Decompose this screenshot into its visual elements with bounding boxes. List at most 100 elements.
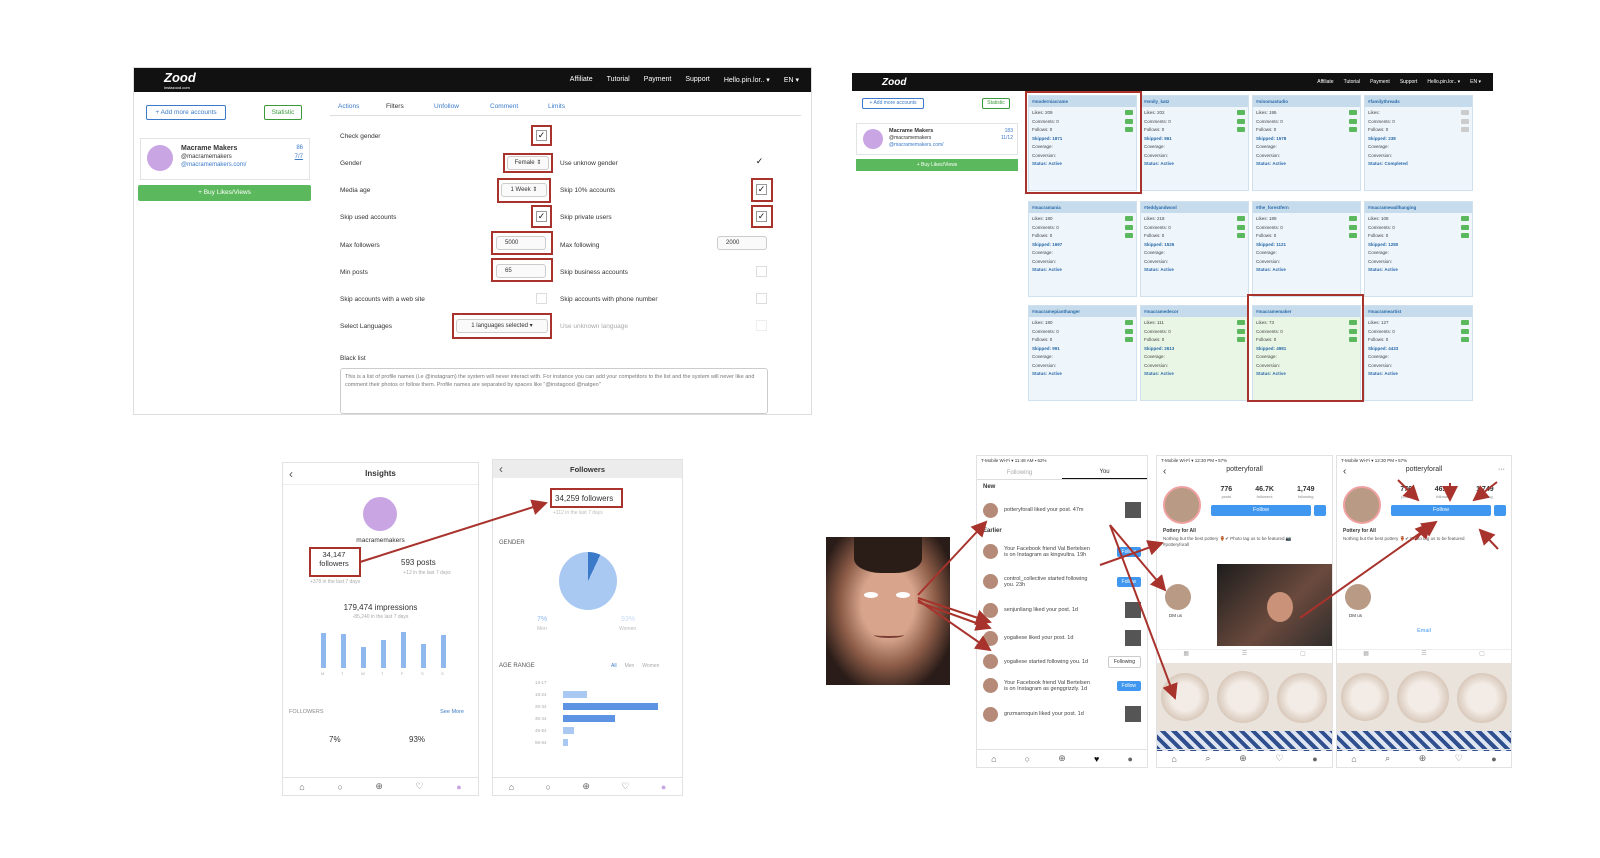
toggle-switch[interactable] (1237, 110, 1245, 115)
user-avatar[interactable] (983, 654, 998, 669)
nav-language[interactable]: EN ▾ (1470, 79, 1481, 85)
pottery-photo[interactable] (1341, 673, 1389, 721)
hashtag-tile[interactable]: #macramania Likes: 180 Comments: 0 Follows:… (1028, 201, 1137, 297)
tab-limits[interactable]: Limits (548, 103, 565, 110)
user-avatar[interactable] (983, 630, 998, 646)
suggested-dropdown-button[interactable] (1314, 505, 1326, 516)
hashtag-tile[interactable]: #ninomastudio Likes: 195 Comments: 0 Follow… (1252, 95, 1361, 191)
see-more-link[interactable]: See More (440, 709, 464, 715)
profile-tab-icon[interactable]: ● (1127, 754, 1132, 764)
tab-unfollow[interactable]: Unfollow (434, 103, 459, 110)
toggle-switch[interactable] (1349, 110, 1357, 115)
account-card[interactable]: Macrame Makers @macramemakers @macramema… (140, 138, 310, 180)
toggle-switch[interactable] (1237, 118, 1245, 124)
user-avatar[interactable] (983, 502, 998, 518)
activity-item[interactable]: control_collective started following you… (983, 574, 1141, 589)
search-icon[interactable]: ○ (1025, 754, 1030, 764)
tab-following[interactable]: Following (977, 470, 1062, 476)
back-chevron-icon[interactable]: ‹ (1343, 466, 1346, 477)
more-options-icon[interactable]: ··· (1498, 466, 1505, 473)
hashtag-tile[interactable]: #the_forestfern Likes: 189 Comments: 0 Foll… (1252, 201, 1361, 297)
profile-tab-icon[interactable]: ● (1491, 754, 1496, 764)
profile-tab-icon[interactable]: ● (661, 782, 666, 792)
user-avatar[interactable] (983, 706, 998, 722)
activity-item[interactable]: senjunliang liked your post. 1d (983, 602, 1141, 618)
toggle-switch[interactable] (1237, 320, 1245, 325)
search-icon[interactable]: ⌕ (1385, 753, 1390, 764)
toggle-switch[interactable] (1125, 320, 1133, 325)
hashtag-tile[interactable]: #familythreads Likes: Comments: 0 Follows: … (1364, 95, 1473, 191)
nav-affiliate[interactable]: Affiliate (1317, 79, 1333, 85)
toggle-switch[interactable] (1237, 216, 1245, 221)
post-thumbnail[interactable] (1125, 706, 1141, 722)
search-icon[interactable]: ⌕ (1205, 753, 1210, 764)
toggle-switch[interactable] (1125, 337, 1133, 342)
hashtag-tile[interactable]: #emily_katz Likes: 202 Comments: 0 Follows:… (1140, 95, 1249, 191)
add-post-icon[interactable]: ⊕ (582, 781, 590, 792)
pottery-photo[interactable] (1457, 673, 1507, 723)
activity-item[interactable]: yogaliese liked your post. 1d (983, 630, 1141, 646)
pottery-photo[interactable] (1397, 671, 1449, 723)
suggested-dropdown-button[interactable] (1494, 505, 1506, 516)
nav-payment[interactable]: Payment (1370, 79, 1390, 85)
back-chevron-icon[interactable]: ‹ (1163, 466, 1166, 477)
toggle-switch[interactable] (1125, 233, 1133, 238)
post-thumbnail[interactable] (1125, 502, 1141, 518)
toggle-switch[interactable] (1461, 328, 1469, 334)
skip-business-checkbox[interactable] (756, 266, 767, 277)
use-unknow-gender-checkbox[interactable]: ✓ (754, 157, 765, 168)
back-chevron-icon[interactable]: ‹ (289, 467, 293, 481)
account-url[interactable]: @macramemakers.com/ (181, 162, 246, 168)
activity-item[interactable]: yogaliese started following you. 1d Follo… (983, 654, 1141, 669)
toggle-switch[interactable] (1349, 224, 1357, 230)
nav-language[interactable]: EN ▾ (784, 76, 799, 84)
hashtag-tile[interactable]: #macramewallhanging Likes: 108 Comments: 0… (1364, 201, 1473, 297)
back-chevron-icon[interactable]: ‹ (499, 462, 503, 476)
add-accounts-button[interactable]: + Add more accounts (862, 98, 924, 109)
tab-filters[interactable]: Filters (386, 103, 404, 110)
tab-comment[interactable]: Comment (490, 103, 518, 110)
user-avatar[interactable] (983, 574, 998, 589)
toggle-switch[interactable] (1461, 216, 1469, 221)
toggle-switch[interactable] (1349, 216, 1357, 221)
nav-user-menu[interactable]: Hello.pin.lor.. ▾ (724, 76, 770, 84)
toggle-switch[interactable] (1125, 224, 1133, 230)
heart-icon[interactable]: ♡ (621, 781, 629, 792)
add-post-icon[interactable]: ⊕ (1058, 753, 1066, 764)
toggle-switch[interactable] (1349, 233, 1357, 238)
user-avatar[interactable] (983, 544, 998, 559)
following-button[interactable]: Following (1107, 655, 1141, 668)
tab-actions[interactable]: Actions (338, 103, 359, 110)
buy-likes-button[interactable]: + Buy Likes/Views (856, 159, 1018, 171)
toggle-switch[interactable] (1461, 118, 1469, 124)
toggle-switch[interactable] (1461, 337, 1469, 342)
user-avatar[interactable] (983, 602, 998, 618)
toggle-switch[interactable] (1461, 110, 1469, 115)
toggle-switch[interactable] (1461, 127, 1469, 132)
follow-button[interactable]: Follow (1391, 505, 1491, 516)
home-icon[interactable]: ⌂ (509, 782, 514, 792)
age-filter-all[interactable]: All (611, 663, 617, 669)
nav-payment[interactable]: Payment (644, 76, 672, 84)
post-thumbnail[interactable] (1125, 630, 1141, 646)
hashtag-tile[interactable]: #macramedecor Likes: 111 Comments: 0 Follow… (1140, 305, 1249, 401)
toggle-switch[interactable] (1349, 127, 1357, 132)
statistic-button[interactable]: Statistic (264, 105, 302, 120)
skip-phone-checkbox[interactable] (756, 293, 767, 304)
home-icon[interactable]: ⌂ (1351, 754, 1356, 764)
heart-filled-icon[interactable]: ♥ (1094, 754, 1099, 764)
grid-icon[interactable]: ▦ (1183, 650, 1189, 661)
activity-item[interactable]: potteryforall liked your post. 47m (983, 502, 1141, 518)
toggle-switch[interactable] (1237, 337, 1245, 342)
pottery-photo[interactable] (1217, 671, 1269, 723)
story-highlight[interactable] (1165, 584, 1191, 610)
add-accounts-button[interactable]: + Add more accounts (146, 105, 226, 120)
nav-tutorial[interactable]: Tutorial (1344, 79, 1361, 85)
add-post-icon[interactable]: ⊕ (1239, 753, 1247, 764)
age-filter-women[interactable]: Women (642, 663, 659, 669)
home-icon[interactable]: ⌂ (1171, 754, 1176, 764)
profile-tab-icon[interactable]: ● (456, 782, 461, 792)
hashtag-tile[interactable]: #macramepianthanger Likes: 180 Comments: 0… (1028, 305, 1137, 401)
statistic-button[interactable]: Statistic (982, 98, 1010, 109)
search-icon[interactable]: ○ (337, 782, 342, 792)
